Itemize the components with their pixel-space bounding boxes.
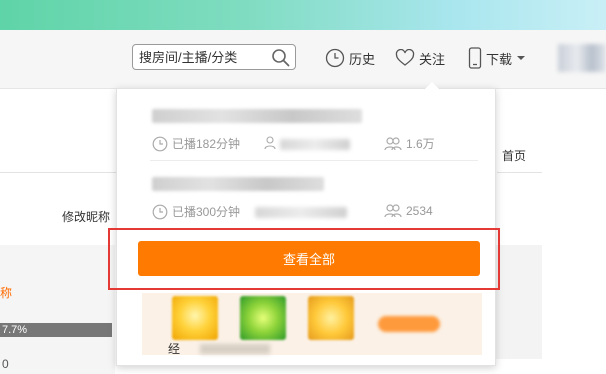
- follow-button[interactable]: 关注: [395, 47, 445, 69]
- history-button[interactable]: 历史: [325, 47, 375, 69]
- person-icon: [264, 136, 276, 150]
- progress-bar: 7.7%: [0, 323, 112, 337]
- zero-value: 0: [2, 357, 9, 371]
- clock-icon: [325, 48, 345, 68]
- top-banner: [0, 0, 606, 30]
- heart-icon: [395, 49, 415, 66]
- live-item-title-blurred[interactable]: [152, 109, 362, 123]
- gift-label-blurred: [200, 344, 270, 354]
- live-item-duration: 已播182分钟: [152, 135, 240, 152]
- history-label: 历史: [349, 51, 376, 67]
- live-item-duration: 已播300分钟: [152, 203, 240, 220]
- follow-label: 关注: [419, 51, 446, 67]
- streamer-name-blurred: [255, 207, 347, 218]
- gift-button-blurred[interactable]: [378, 316, 440, 332]
- gift-icon[interactable]: [240, 296, 286, 340]
- live-item-title-blurred[interactable]: [152, 177, 324, 191]
- search-box[interactable]: [132, 44, 296, 70]
- people-icon: [384, 136, 402, 150]
- download-label: 下载: [486, 51, 513, 67]
- item-divider: [150, 160, 478, 161]
- download-button[interactable]: 下载: [468, 47, 530, 69]
- avatar[interactable]: [558, 44, 606, 72]
- clock-icon: [152, 136, 168, 151]
- highlight-box: [108, 228, 500, 290]
- left-label: 称: [0, 286, 13, 300]
- left-panel: [0, 245, 115, 374]
- gift-label: 经: [168, 342, 181, 356]
- dropdown-caret: [425, 82, 439, 89]
- live-item-viewers: 2534: [384, 203, 433, 219]
- people-icon: [384, 204, 402, 218]
- search-icon[interactable]: [271, 48, 291, 68]
- divider: [0, 172, 116, 173]
- divider: [497, 172, 542, 173]
- clock-icon: [152, 204, 168, 219]
- gift-icon[interactable]: [172, 296, 218, 340]
- chevron-down-icon: [517, 56, 526, 60]
- streamer-name-blurred: [280, 139, 350, 150]
- modify-nickname-link[interactable]: 修改昵称: [62, 208, 110, 225]
- right-panel: [496, 245, 542, 359]
- live-item-viewers: 1.6万: [384, 135, 435, 152]
- progress-text: 7.7%: [2, 324, 28, 336]
- search-input[interactable]: [139, 48, 265, 66]
- home-link[interactable]: 首页: [502, 147, 526, 164]
- phone-icon: [468, 47, 482, 69]
- gift-icon[interactable]: [308, 296, 354, 340]
